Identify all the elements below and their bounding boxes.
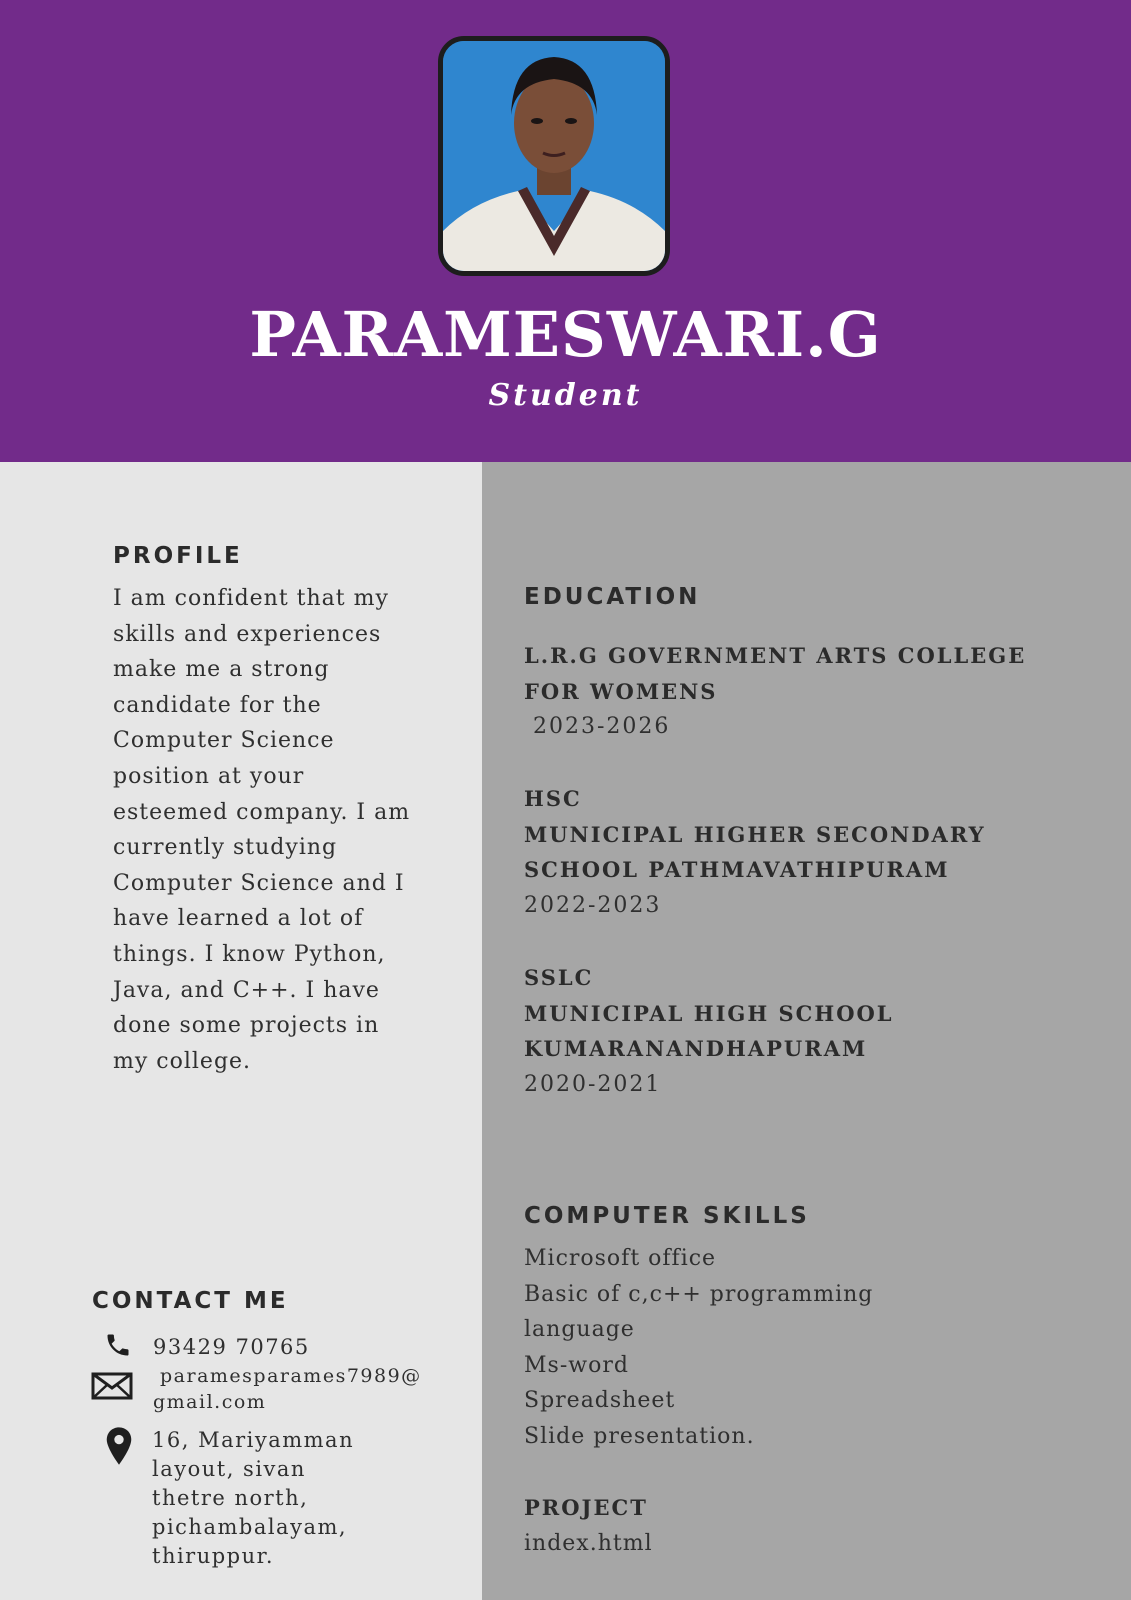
address-line: layout, sivan <box>152 1457 306 1481</box>
education-entry: HSC MUNICIPAL HIGHER SECONDARY SCHOOL PA… <box>524 781 1104 923</box>
address-line: 16, Mariyamman <box>152 1428 355 1452</box>
profile-line: done some projects in <box>113 1013 380 1039</box>
profile-line: make me a strong <box>113 657 330 683</box>
address-line: thetre north, <box>152 1486 309 1510</box>
skill-item: Slide presentation. <box>524 1423 755 1449</box>
skills-heading: COMPUTER SKILLS <box>524 1203 810 1229</box>
portrait-illustration <box>443 41 665 271</box>
profile-line: position at your <box>113 763 305 789</box>
skill-item: Spreadsheet <box>524 1388 676 1414</box>
education-institution: FOR WOMENS <box>524 678 718 704</box>
profile-line: skills and experiences <box>113 621 382 647</box>
address-line: thiruppur. <box>152 1544 275 1568</box>
mail-icon <box>91 1372 133 1400</box>
email-line-1: paramesparames7989@ <box>160 1365 422 1387</box>
project-heading: PROJECT <box>524 1495 648 1520</box>
education-institution: SCHOOL PATHMAVATHIPURAM <box>524 857 950 883</box>
education-institution: MUNICIPAL HIGHER SECONDARY <box>524 821 986 847</box>
profile-line: things. I know Python, <box>113 941 386 967</box>
header-banner: PARAMESWARI.G Student <box>0 0 1131 462</box>
profile-line: esteemed company. I am <box>113 799 411 825</box>
profile-photo <box>438 36 670 276</box>
location-pin-icon <box>106 1427 132 1465</box>
phone-icon <box>107 1334 129 1356</box>
profile-line: candidate for the <box>113 692 322 718</box>
candidate-role: Student <box>488 378 643 413</box>
education-years: 2023-2026 <box>524 714 671 740</box>
skill-item: language <box>524 1317 635 1343</box>
project-section: PROJECT index.html <box>524 1490 653 1561</box>
candidate-name: PARAMESWARI.G <box>249 298 882 371</box>
profile-text: I am confident that my skills and experi… <box>113 581 473 1079</box>
profile-line: currently studying <box>113 835 338 861</box>
address-line: pichambalayam, <box>152 1515 348 1539</box>
skill-item: Microsoft office <box>524 1246 717 1271</box>
education-level: HSC <box>524 786 582 811</box>
profile-heading: PROFILE <box>113 543 243 569</box>
education-years: 2020-2021 <box>524 1071 662 1097</box>
skill-item: Basic of c,c++ programming <box>524 1281 874 1307</box>
education-institution: MUNICIPAL HIGH SCHOOL <box>524 1000 894 1026</box>
education-level: SSLC <box>524 965 594 990</box>
education-institution: KUMARANANDHAPURAM <box>524 1036 868 1062</box>
education-entry: L.R.G GOVERNMENT ARTS COLLEGE FOR WOMENS… <box>524 638 1104 745</box>
profile-line: my college. <box>113 1048 252 1074</box>
education-institution: L.R.G GOVERNMENT ARTS COLLEGE <box>524 643 1027 668</box>
profile-line: Java, and C++. I have <box>113 977 380 1003</box>
address: 16, Mariyamman layout, sivan thetre nort… <box>152 1426 354 1571</box>
contact-heading: CONTACT ME <box>92 1288 289 1314</box>
profile-line: Computer Science and I <box>113 870 405 896</box>
skill-item: Ms-word <box>524 1352 629 1378</box>
education-heading: EDUCATION <box>524 584 701 610</box>
phone-number: 93429 70765 <box>153 1335 310 1359</box>
profile-line: Computer Science <box>113 728 335 754</box>
education-years: 2022-2023 <box>524 892 662 918</box>
education-entry: SSLC MUNICIPAL HIGH SCHOOL KUMARANANDHAP… <box>524 960 1104 1102</box>
profile-line: have learned a lot of <box>113 906 364 932</box>
profile-line: I am confident that my <box>113 586 389 611</box>
email-line-2: gmail.com <box>153 1391 267 1413</box>
skills-list: Microsoft office Basic of c,c++ programm… <box>524 1241 1104 1455</box>
project-value: index.html <box>524 1530 653 1556</box>
